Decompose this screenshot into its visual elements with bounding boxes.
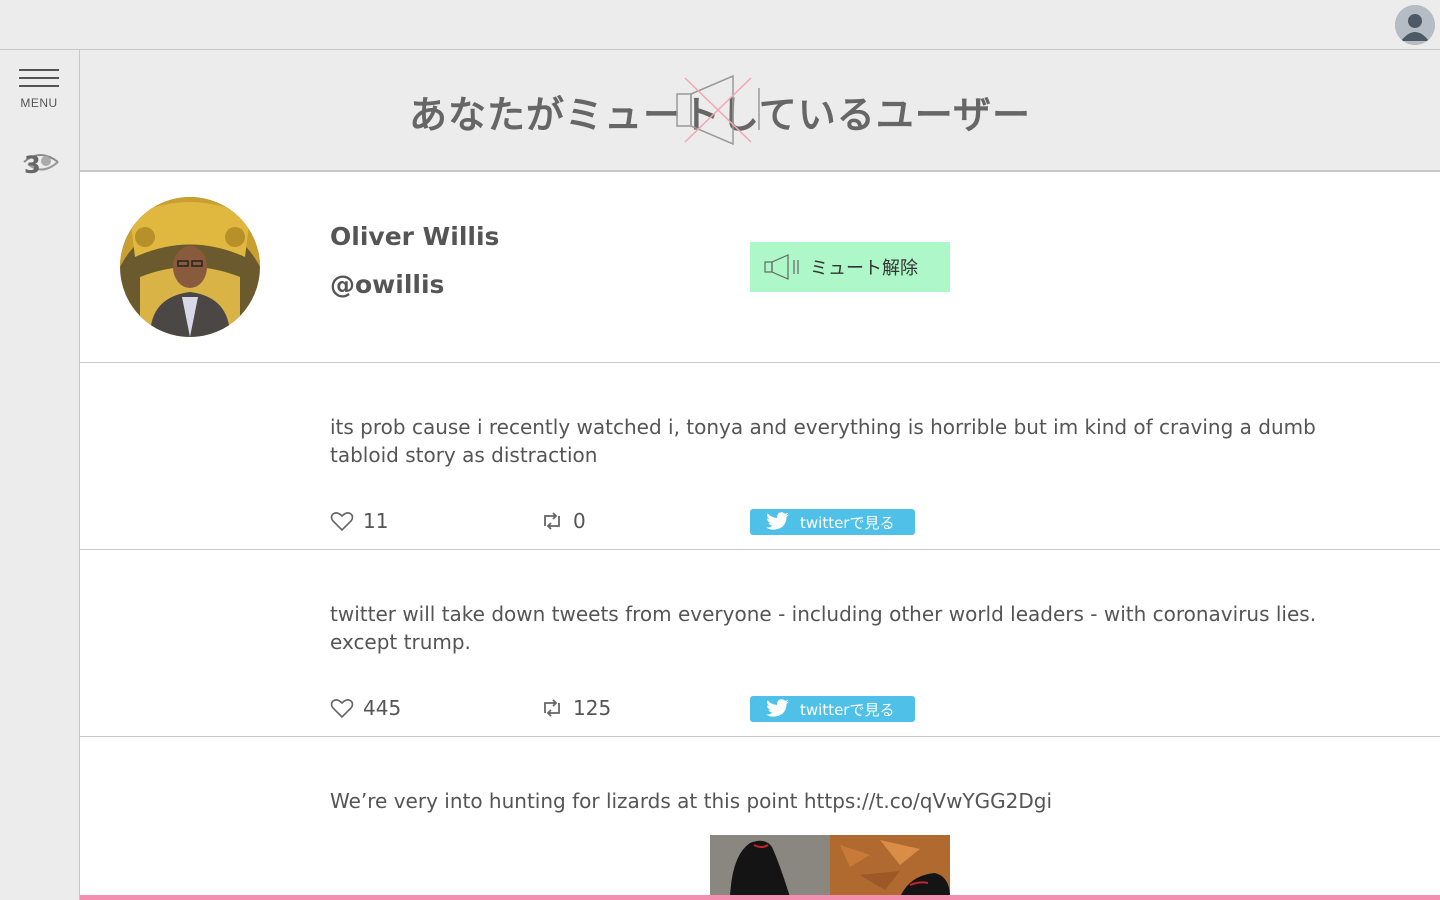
tweet-text: its prob cause i recently watched i, ton…: [330, 415, 1316, 467]
view-on-twitter-button[interactable]: twitterで見る: [750, 509, 915, 535]
retweet-button[interactable]: 125: [540, 696, 611, 720]
sidebar: MENU 3: [0, 50, 80, 900]
heart-icon: [330, 512, 354, 532]
twitter-bird-icon: [766, 512, 789, 530]
retweet-count: 125: [573, 696, 612, 720]
hamburger-line: [19, 77, 59, 79]
like-count: 11: [363, 509, 389, 533]
tweet-text: twitter will take down tweets from every…: [330, 602, 1317, 654]
like-button[interactable]: 11: [330, 509, 388, 533]
like-count: 445: [363, 696, 402, 720]
twitter-bird-icon: [766, 699, 789, 717]
hamburger-line: [19, 85, 59, 87]
tweet-item: its prob cause i recently watched i, ton…: [80, 363, 1440, 550]
profile-handle: @owillis: [330, 270, 445, 299]
unmute-label: ミュート解除: [810, 258, 918, 279]
view-on-twitter-label: twitterで見る: [800, 513, 895, 532]
tweet-item: We’re very into hunting for lizards at t…: [80, 737, 1440, 900]
retweet-icon: [544, 699, 560, 717]
retweet-button[interactable]: 0: [540, 509, 586, 533]
profile-avatar: [120, 197, 260, 337]
page-title: あなたがミュートしているユーザー: [408, 93, 1032, 137]
profile-name: Oliver Willis: [330, 222, 500, 251]
view-on-twitter-button[interactable]: twitterで見る: [750, 696, 915, 722]
speaker-icon: [764, 254, 799, 280]
view-on-twitter-label: twitterで見る: [800, 700, 895, 719]
heart-icon: [330, 699, 354, 719]
muted-user-profile: Oliver Willis @owillis ミュート解除: [80, 172, 1440, 363]
hamburger-icon: [19, 69, 59, 71]
retweet-count: 0: [573, 509, 586, 533]
eye-three-icon[interactable]: 3: [20, 146, 60, 178]
svg-text:3: 3: [24, 151, 41, 178]
user-avatar-icon[interactable]: [1395, 5, 1435, 45]
tweet-text: We’re very into hunting for lizards at t…: [330, 789, 1053, 813]
menu-button[interactable]: MENU: [18, 69, 60, 114]
like-button[interactable]: 445: [330, 696, 401, 720]
tweet-image[interactable]: [710, 835, 950, 897]
bottom-accent-line: [80, 895, 1440, 900]
tweet-item: twitter will take down tweets from every…: [80, 550, 1440, 737]
top-bar: [0, 0, 1440, 50]
page-header: あなたがミュートしているユーザー: [80, 50, 1440, 172]
unmute-button[interactable]: ミュート解除: [750, 242, 950, 292]
menu-label: MENU: [20, 96, 58, 110]
retweet-icon: [544, 512, 560, 530]
